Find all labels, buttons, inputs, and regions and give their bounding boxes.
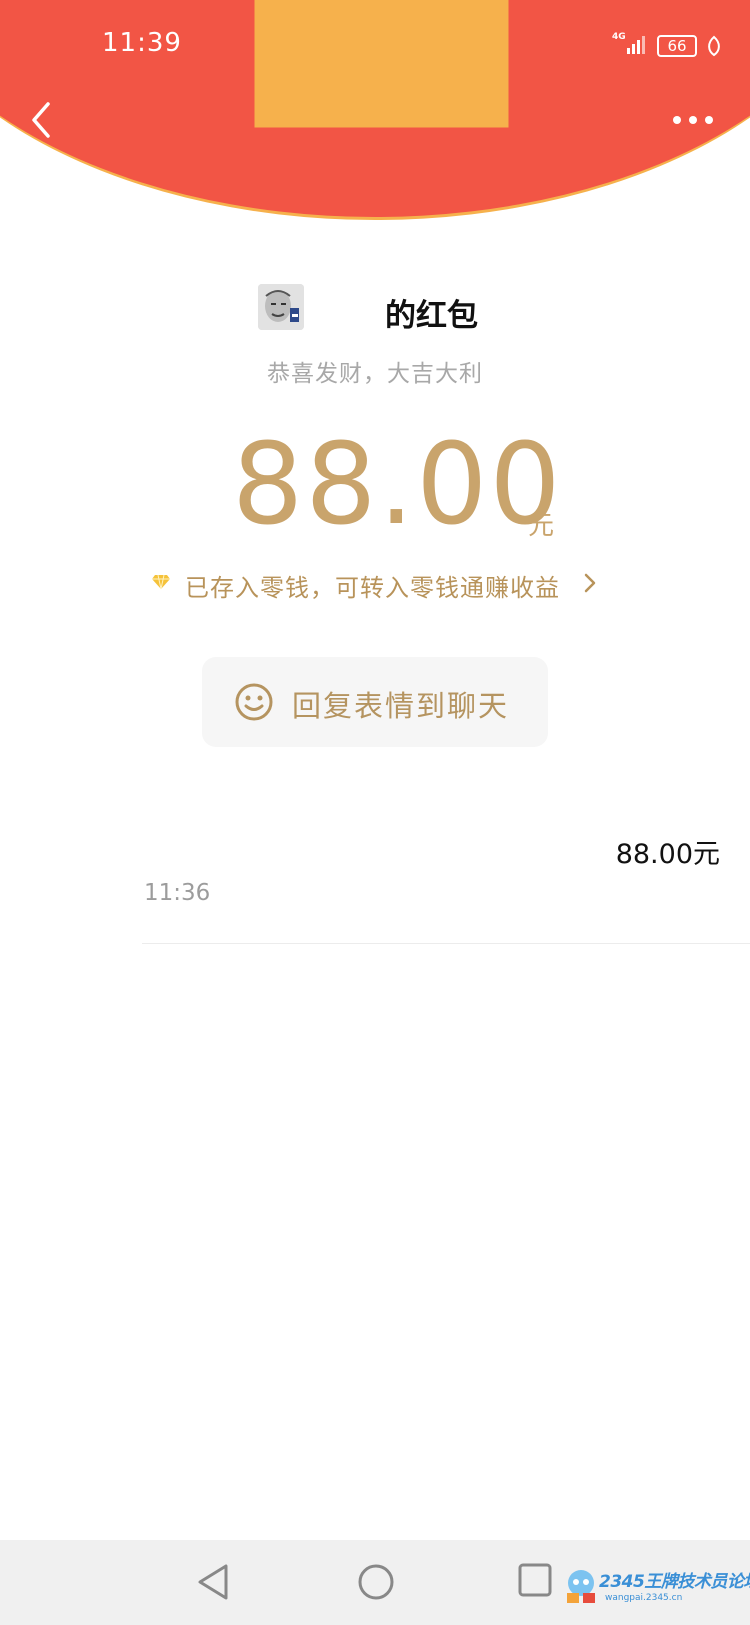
record-row: 88.00元 11:36 (142, 800, 750, 944)
amount-row: 88.00 元 (0, 425, 750, 545)
sender-title: 的红包 (385, 298, 478, 334)
back-button[interactable] (18, 96, 66, 144)
square-recent-icon[interactable] (517, 1562, 553, 1598)
circle-home-icon[interactable] (356, 1562, 396, 1602)
reply-emoji-button[interactable]: 回复表情到聊天 (202, 657, 548, 747)
wallet-notice-text: 已存入零钱，可转入零钱通赚收益 (185, 574, 560, 602)
record-amount: 88.00元 (615, 839, 720, 870)
amount-unit: 元 (528, 511, 555, 541)
watermark-mascot-icon (567, 1570, 595, 1603)
chevron-right-icon (584, 573, 596, 593)
battery-level: 66 (657, 35, 697, 57)
network-type: 4G (612, 32, 626, 42)
signal-icon (627, 36, 645, 54)
smile-icon (235, 683, 273, 721)
watermark: 2345王牌技术员论坛 wangpai.2345.cn (563, 1565, 750, 1615)
status-time: 11:39 (102, 28, 182, 58)
header: 11:39 4G 66 (0, 0, 750, 230)
avatar[interactable] (258, 284, 304, 330)
greeting-text: 恭喜发财，大吉大利 (267, 361, 483, 387)
watermark-url: wangpai.2345.cn (605, 1593, 683, 1603)
record-time: 11:36 (144, 880, 211, 906)
more-dots-icon[interactable] (668, 100, 718, 140)
leaf-icon (708, 35, 720, 57)
triangle-back-icon[interactable] (196, 1562, 232, 1602)
status-bar: 11:39 4G 66 (0, 0, 750, 92)
sender-row: 的红包 (258, 284, 498, 334)
watermark-text: 2345王牌技术员论坛 (599, 1572, 750, 1592)
amount-value: 88.00 (232, 420, 563, 550)
wallet-notice-link[interactable]: 已存入零钱，可转入零钱通赚收益 (152, 566, 612, 602)
diamond-icon (152, 574, 170, 590)
reply-label: 回复表情到聊天 (292, 689, 510, 723)
